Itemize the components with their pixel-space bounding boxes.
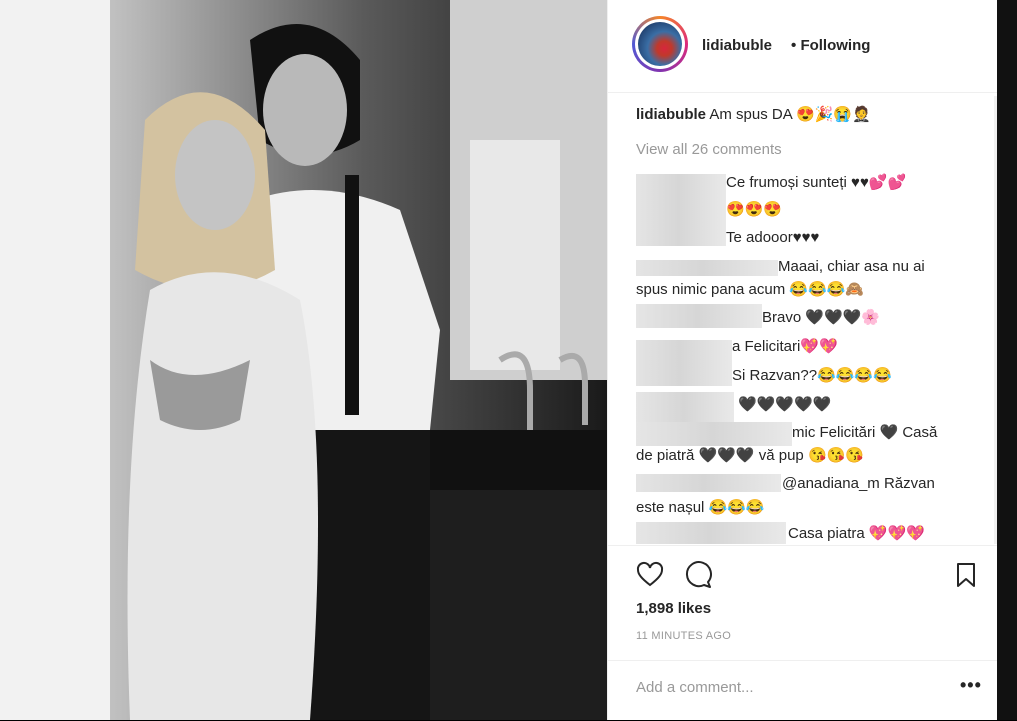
add-comment-bar: Add a comment... ••• [608,660,998,721]
username-link[interactable]: lidiabuble [702,37,772,54]
comment-1: Ce frumoși sunteți ♥♥💕💕 [726,174,907,191]
post-timestamp[interactable]: 11 MINUTES AGO [636,630,731,642]
comment-7: 🖤🖤🖤🖤🖤 [738,396,832,413]
window-edge [997,0,1017,720]
comment-5: a Felicitari💖💖 [732,338,838,355]
blurred-username [636,522,786,544]
comment-icon[interactable] [684,561,712,589]
likes-count[interactable]: 1,898 likes [636,600,711,617]
comment-8: mic Felicitări 🖤 Casă [792,424,938,441]
blurred-username [636,260,778,276]
comment-4: Bravo 🖤🖤🖤🌸 [762,309,881,326]
comment-3-line-2: spus nimic pana acum 😂😂😂🙈 [636,281,865,298]
action-bar: 1,898 likes 11 MINUTES AGO [608,545,998,676]
caption: lidiabuble Am spus DA 😍🎉😭🤵 [636,104,986,126]
avatar[interactable] [632,16,688,72]
separator: • [791,37,797,54]
comments-list: lidiabuble Am spus DA 😍🎉😭🤵 View all 26 c… [636,104,986,544]
blurred-username [636,474,781,492]
post-photo[interactable] [0,0,607,720]
follow-status-label: Following [800,37,871,54]
comment-9-line-2: este nașul 😂😂😂 [636,499,765,516]
blurred-avatar [636,174,726,246]
heart-icon[interactable] [636,561,664,589]
blurred-username [636,340,732,386]
caption-text: Am spus DA 😍🎉😭🤵 [709,106,871,123]
comment-2: Te adooor♥♥♥ [726,229,820,246]
comment-3: Maaai, chiar asa nu ai [778,258,925,275]
view-all-comments-link[interactable]: View all 26 comments [636,139,782,161]
comment-9: @anadiana_m Răzvan [782,475,935,492]
post-details-panel: lidiabuble • Following lidiabuble Am spu… [607,0,1007,721]
bookmark-icon[interactable] [952,561,980,589]
more-options-icon[interactable]: ••• [960,675,982,696]
blurred-username [636,304,762,328]
post-header: lidiabuble • Following [608,0,998,93]
add-comment-input[interactable]: Add a comment... [636,679,754,696]
caption-username[interactable]: lidiabuble [636,106,706,123]
photo-illustration [0,0,607,720]
comment-1-line-2: 😍😍😍 [726,201,783,218]
comment-10: Casa piatra 💖💖💖 [788,525,925,542]
comment-6: Si Razvan??😂😂😂😂 [732,367,892,384]
comment-8-line-2: de piatră 🖤🖤🖤 vă pup 😘😘😘 [636,447,864,464]
blurred-username [636,392,734,422]
follow-status-button[interactable]: • Following [791,37,870,54]
blurred-username [636,422,792,446]
